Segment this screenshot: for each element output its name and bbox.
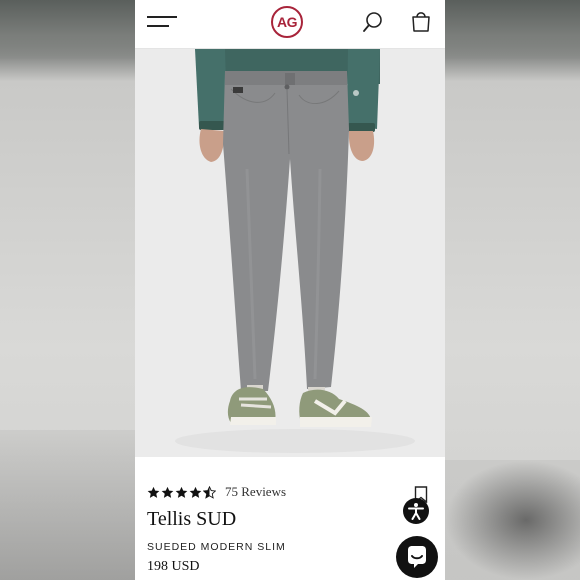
shopping-bag-icon[interactable] <box>411 10 431 32</box>
product-rating[interactable]: 75 Reviews <box>147 484 286 500</box>
phone-screen: AG 75 Reviews Tellis SUD SUEDED MODERN S… <box>135 0 445 580</box>
chat-button[interactable] <box>396 536 438 578</box>
star-full-icon <box>189 486 202 498</box>
reviews-link[interactable]: 75 Reviews <box>225 484 286 500</box>
star-half-icon <box>203 485 216 499</box>
rating-stars <box>147 485 216 499</box>
site-header: AG <box>135 0 445 49</box>
model-wearing-pants-image <box>135 49 445 457</box>
product-image[interactable] <box>135 49 445 457</box>
accessibility-button[interactable] <box>403 498 429 524</box>
accessibility-icon <box>408 503 424 520</box>
product-info: 75 Reviews Tellis SUD SUEDED MODERN SLIM… <box>135 458 445 580</box>
product-name: Tellis SUD <box>147 508 237 530</box>
hamburger-menu-icon[interactable] <box>147 14 179 30</box>
product-subtitle: SUEDED MODERN SLIM <box>147 541 286 553</box>
star-full-icon <box>147 486 160 498</box>
star-full-icon <box>175 486 188 498</box>
product-price: 198 USD <box>147 559 200 574</box>
brand-logo[interactable]: AG <box>271 6 303 38</box>
chat-icon <box>408 546 426 568</box>
search-icon[interactable] <box>362 11 384 33</box>
star-full-icon <box>161 486 174 498</box>
